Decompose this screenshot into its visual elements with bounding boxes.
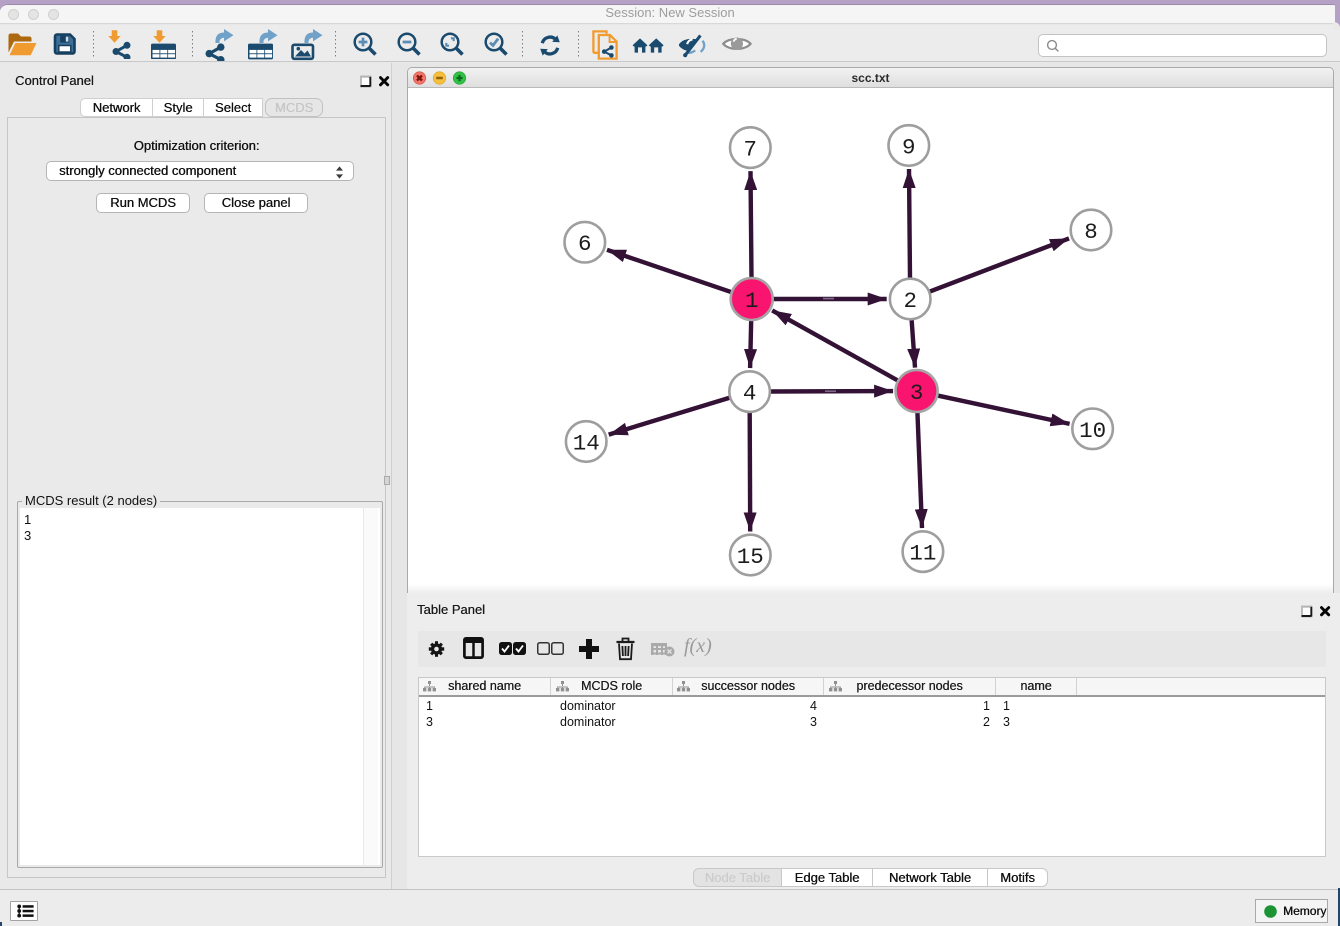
svg-text:3: 3 xyxy=(910,380,924,406)
svg-text:15: 15 xyxy=(737,544,764,570)
svg-text:4: 4 xyxy=(743,381,757,407)
svg-text:10: 10 xyxy=(1079,418,1106,444)
svg-text:2: 2 xyxy=(903,288,917,314)
svg-text:14: 14 xyxy=(573,431,600,457)
svg-text:7: 7 xyxy=(744,137,758,163)
svg-text:9: 9 xyxy=(902,135,916,161)
svg-text:11: 11 xyxy=(909,541,936,567)
svg-text:1: 1 xyxy=(745,288,759,314)
svg-text:6: 6 xyxy=(578,231,592,257)
svg-text:8: 8 xyxy=(1084,219,1098,245)
